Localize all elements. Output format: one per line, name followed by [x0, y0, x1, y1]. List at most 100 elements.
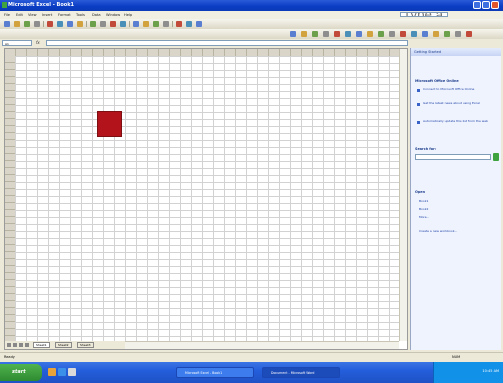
- task-pane-search-input[interactable]: [415, 154, 491, 160]
- autosum-icon[interactable]: [133, 21, 139, 27]
- system-tray: 10:45 AM: [433, 362, 503, 383]
- taskbar-app-word-label: Document - Microsoft Word: [271, 371, 315, 375]
- sort-desc-icon[interactable]: [153, 21, 159, 27]
- status-mode: NUM: [452, 355, 461, 359]
- minimize-button[interactable]: [473, 1, 481, 9]
- recent-file-1[interactable]: Book1: [419, 199, 493, 203]
- align-left-icon[interactable]: [323, 31, 329, 37]
- chart-wizard-icon[interactable]: [163, 21, 169, 27]
- close-button[interactable]: [491, 1, 499, 9]
- cell-grid[interactable]: [15, 56, 399, 341]
- hyperlink-icon[interactable]: [120, 21, 126, 27]
- taskbar-app-word[interactable]: Document - Microsoft Word: [262, 367, 340, 378]
- more-files-link[interactable]: More...: [419, 215, 493, 219]
- menu-file[interactable]: File: [4, 13, 10, 17]
- redo-icon[interactable]: [110, 21, 116, 27]
- fill-color-icon[interactable]: [455, 31, 461, 37]
- create-workbook-link[interactable]: Create a new workbook...: [419, 229, 493, 233]
- recent-file-2[interactable]: Book2: [419, 207, 493, 211]
- undo-icon[interactable]: [100, 21, 106, 27]
- italic-icon[interactable]: [301, 31, 307, 37]
- menu-data[interactable]: Data: [92, 13, 101, 17]
- tab-sheet3[interactable]: Sheet3: [77, 342, 94, 348]
- new-icon[interactable]: [4, 21, 10, 27]
- borders-icon[interactable]: [444, 31, 450, 37]
- prev-sheet-arrow-icon[interactable]: [13, 343, 17, 347]
- link-latest-news[interactable]: Get the latest news about using Excel: [423, 101, 497, 105]
- section-office-online: Microsoft Office Online: [415, 79, 459, 83]
- copy-icon[interactable]: [77, 21, 83, 27]
- spelling-icon[interactable]: [57, 21, 63, 27]
- menu-format[interactable]: Format: [58, 13, 71, 17]
- desktop-icon[interactable]: [68, 368, 76, 376]
- menu-tools[interactable]: Tools: [76, 13, 85, 17]
- open-icon[interactable]: [14, 21, 20, 27]
- search-go-icon[interactable]: [493, 153, 499, 161]
- preview-icon[interactable]: [47, 21, 53, 27]
- menu-window[interactable]: Window: [106, 13, 120, 17]
- formula-bar: A1 fx: [0, 39, 503, 47]
- name-box[interactable]: A1: [2, 40, 32, 46]
- underline-icon[interactable]: [312, 31, 318, 37]
- function-icon[interactable]: fx: [36, 40, 40, 45]
- toolbar-separator: [86, 21, 87, 27]
- indent-icon[interactable]: [422, 31, 428, 37]
- ie-icon[interactable]: [58, 368, 66, 376]
- menu-view[interactable]: View: [28, 13, 37, 17]
- tab-sheet1[interactable]: Sheet1: [33, 342, 50, 348]
- menu-edit[interactable]: Edit: [16, 13, 23, 17]
- outdent-icon[interactable]: [433, 31, 439, 37]
- paste-icon[interactable]: [90, 21, 96, 27]
- center-icon[interactable]: [334, 31, 340, 37]
- link-auto-update[interactable]: Automatically update this list from the …: [423, 119, 497, 123]
- help-icon[interactable]: [196, 21, 202, 27]
- link-connect-online[interactable]: Connect to Microsoft Office Online: [423, 87, 497, 91]
- next-sheet-arrow-icon[interactable]: [19, 343, 23, 347]
- spreadsheet[interactable]: Sheet1 Sheet2 Sheet3: [4, 48, 408, 350]
- menu-help[interactable]: Help: [124, 13, 132, 17]
- sheet-tabs: Sheet1 Sheet2 Sheet3: [5, 341, 125, 349]
- zoom-icon[interactable]: [186, 21, 192, 27]
- toolbar-separator: [129, 21, 130, 27]
- red-rectangle-shape[interactable]: [97, 111, 122, 137]
- print-icon[interactable]: [34, 21, 40, 27]
- align-right-icon[interactable]: [345, 31, 351, 37]
- task-pane-title: Getting Started: [414, 50, 442, 54]
- bold-icon[interactable]: [290, 31, 296, 37]
- font-color-icon[interactable]: [466, 31, 472, 37]
- maximize-button[interactable]: [482, 1, 490, 9]
- sort-asc-icon[interactable]: [143, 21, 149, 27]
- decrease-decimal-icon[interactable]: [411, 31, 417, 37]
- merge-icon[interactable]: [356, 31, 362, 37]
- windows-taskbar: start Microsoft Excel - Book1 Document -…: [0, 362, 503, 383]
- drawing-icon[interactable]: [176, 21, 182, 27]
- vertical-scrollbar[interactable]: [399, 49, 407, 341]
- status-text: Ready: [4, 355, 15, 359]
- help-search-input[interactable]: [400, 12, 448, 17]
- percent-icon[interactable]: [378, 31, 384, 37]
- formula-input[interactable]: [46, 40, 408, 46]
- quicklaunch-icon[interactable]: [48, 368, 56, 376]
- column-headers[interactable]: [5, 49, 407, 56]
- increase-decimal-icon[interactable]: [400, 31, 406, 37]
- menu-bar: File Edit View Insert Format Tools Data …: [0, 11, 503, 19]
- excel-icon: [2, 2, 7, 8]
- comma-icon[interactable]: [389, 31, 395, 37]
- save-icon[interactable]: [24, 21, 30, 27]
- start-button[interactable]: start: [0, 364, 42, 381]
- toolbar-separator: [43, 21, 44, 27]
- clock[interactable]: 10:45 AM: [482, 369, 499, 373]
- horizontal-scrollbar[interactable]: [125, 341, 399, 349]
- tab-sheet2[interactable]: Sheet2: [55, 342, 72, 348]
- menu-insert[interactable]: Insert: [42, 13, 52, 17]
- currency-icon[interactable]: [367, 31, 373, 37]
- cut-icon[interactable]: [67, 21, 73, 27]
- row-headers[interactable]: [5, 56, 15, 349]
- bullet-icon: [417, 103, 420, 106]
- taskbar-app-excel[interactable]: Microsoft Excel - Book1: [176, 367, 254, 378]
- toolbar-separator: [172, 21, 173, 27]
- last-sheet-arrow-icon[interactable]: [25, 343, 29, 347]
- first-sheet-arrow-icon[interactable]: [7, 343, 11, 347]
- task-pane-header: Getting Started: [411, 48, 501, 56]
- bullet-icon: [417, 121, 420, 124]
